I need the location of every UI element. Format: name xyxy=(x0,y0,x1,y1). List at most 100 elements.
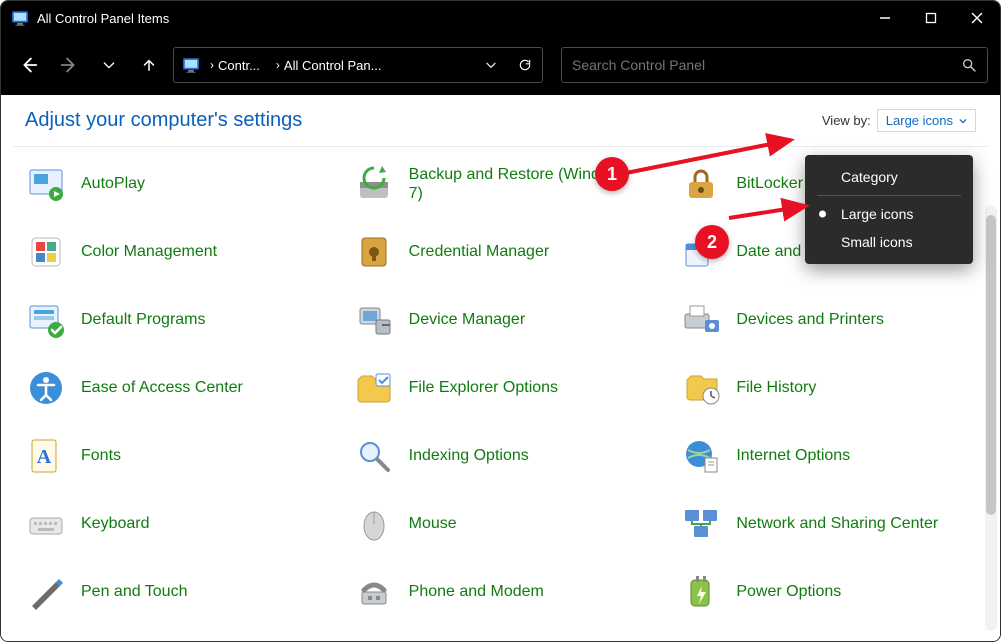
mouse-icon xyxy=(353,503,395,545)
item-color-management[interactable]: Color Management xyxy=(19,227,337,277)
breadcrumb-seg-2[interactable]: › All Control Pan... xyxy=(266,48,388,82)
menu-item-label: Category xyxy=(841,169,898,185)
default-programs-icon xyxy=(25,299,67,341)
autoplay-icon xyxy=(25,163,67,205)
item-power-options[interactable]: Power Options xyxy=(674,567,992,617)
fonts-icon: A xyxy=(25,435,67,477)
view-by-value: Large icons xyxy=(886,113,953,128)
backup-restore-icon xyxy=(353,163,395,205)
file-history-icon xyxy=(680,367,722,409)
address-bar[interactable]: › Contr... › All Control Pan... xyxy=(173,47,543,83)
search-icon xyxy=(961,57,977,73)
pen-touch-icon xyxy=(25,571,67,613)
item-label: Ease of Access Center xyxy=(81,378,243,397)
titlebar: All Control Panel Items xyxy=(1,1,1000,35)
menu-separator xyxy=(817,195,961,196)
file-explorer-options-icon xyxy=(353,367,395,409)
chevron-right-icon: › xyxy=(210,58,214,72)
breadcrumb-seg-1[interactable]: › Contr... xyxy=(200,48,266,82)
item-device-manager[interactable]: Device Manager xyxy=(347,295,665,345)
item-devices-printers[interactable]: Devices and Printers xyxy=(674,295,992,345)
annotation-badge-1: 1 xyxy=(595,157,629,191)
address-dropdown-button[interactable] xyxy=(474,48,508,82)
item-file-explorer-options[interactable]: File Explorer Options xyxy=(347,363,665,413)
indexing-options-icon xyxy=(353,435,395,477)
window: All Control Panel Items xyxy=(0,0,1001,642)
keyboard-icon xyxy=(25,503,67,545)
item-label: Credential Manager xyxy=(409,242,550,261)
item-default-programs[interactable]: Default Programs xyxy=(19,295,337,345)
annotation-badge-2: 2 xyxy=(695,225,729,259)
up-button[interactable] xyxy=(133,49,165,81)
page-title: Adjust your computer's settings xyxy=(25,109,302,132)
caret-down-icon xyxy=(959,117,967,125)
item-label: AutoPlay xyxy=(81,174,145,193)
color-management-icon xyxy=(25,231,67,273)
phone-modem-icon xyxy=(353,571,395,613)
item-keyboard[interactable]: Keyboard xyxy=(19,499,337,549)
search-input[interactable] xyxy=(572,57,961,73)
forward-button[interactable] xyxy=(53,49,85,81)
control-panel-icon xyxy=(182,56,200,74)
devices-printers-icon xyxy=(680,299,722,341)
item-label: Devices and Printers xyxy=(736,310,884,329)
refresh-button[interactable] xyxy=(508,48,542,82)
control-panel-icon xyxy=(11,9,29,27)
item-label: Color Management xyxy=(81,242,217,261)
item-label: Keyboard xyxy=(81,514,150,533)
item-label: Default Programs xyxy=(81,310,206,329)
item-label: File Explorer Options xyxy=(409,378,558,397)
item-label: File History xyxy=(736,378,816,397)
back-button[interactable] xyxy=(13,49,45,81)
bitlocker-icon xyxy=(680,163,722,205)
item-label: Device Manager xyxy=(409,310,526,329)
menu-item-category[interactable]: Category xyxy=(805,163,973,191)
item-indexing-options[interactable]: Indexing Options xyxy=(347,431,665,481)
item-label: Indexing Options xyxy=(409,446,529,465)
item-label: Phone and Modem xyxy=(409,582,544,601)
navbar: › Contr... › All Control Pan... xyxy=(1,35,1000,95)
recent-locations-button[interactable] xyxy=(93,49,125,81)
item-fonts[interactable]: A Fonts xyxy=(19,431,337,481)
view-by-select[interactable]: Large icons xyxy=(877,109,976,132)
item-pen-touch[interactable]: Pen and Touch xyxy=(19,567,337,617)
credential-manager-icon xyxy=(353,231,395,273)
maximize-button[interactable] xyxy=(908,1,954,35)
item-label: Mouse xyxy=(409,514,457,533)
network-sharing-icon xyxy=(680,503,722,545)
svg-text:A: A xyxy=(37,446,52,468)
item-credential-manager[interactable]: Credential Manager xyxy=(347,227,665,277)
scrollbar-thumb[interactable] xyxy=(986,215,996,515)
breadcrumb-label: Contr... xyxy=(218,58,260,73)
item-file-history[interactable]: File History xyxy=(674,363,992,413)
item-label: Pen and Touch xyxy=(81,582,187,601)
view-by-menu: Category Large icons Small icons xyxy=(805,155,973,264)
menu-item-label: Small icons xyxy=(841,234,913,250)
vertical-scrollbar[interactable] xyxy=(985,205,997,631)
item-label: Internet Options xyxy=(736,446,850,465)
item-autoplay[interactable]: AutoPlay xyxy=(19,159,337,209)
divider xyxy=(13,146,988,147)
item-label: Network and Sharing Center xyxy=(736,514,938,533)
ease-of-access-icon xyxy=(25,367,67,409)
internet-options-icon xyxy=(680,435,722,477)
device-manager-icon xyxy=(353,299,395,341)
item-network-sharing[interactable]: Network and Sharing Center xyxy=(674,499,992,549)
item-mouse[interactable]: Mouse xyxy=(347,499,665,549)
menu-item-large-icons[interactable]: Large icons xyxy=(805,200,973,228)
item-label: Power Options xyxy=(736,582,841,601)
close-button[interactable] xyxy=(954,1,1000,35)
item-label: Fonts xyxy=(81,446,121,465)
view-by-label: View by: xyxy=(822,113,871,128)
chevron-right-icon: › xyxy=(276,58,280,72)
power-options-icon xyxy=(680,571,722,613)
search-box[interactable] xyxy=(561,47,988,83)
item-ease-of-access[interactable]: Ease of Access Center xyxy=(19,363,337,413)
minimize-button[interactable] xyxy=(862,1,908,35)
item-phone-modem[interactable]: Phone and Modem xyxy=(347,567,665,617)
header-row: Adjust your computer's settings View by:… xyxy=(1,95,1000,142)
item-internet-options[interactable]: Internet Options xyxy=(674,431,992,481)
menu-item-small-icons[interactable]: Small icons xyxy=(805,228,973,256)
breadcrumb-label: All Control Pan... xyxy=(284,58,382,73)
window-title: All Control Panel Items xyxy=(37,11,169,26)
